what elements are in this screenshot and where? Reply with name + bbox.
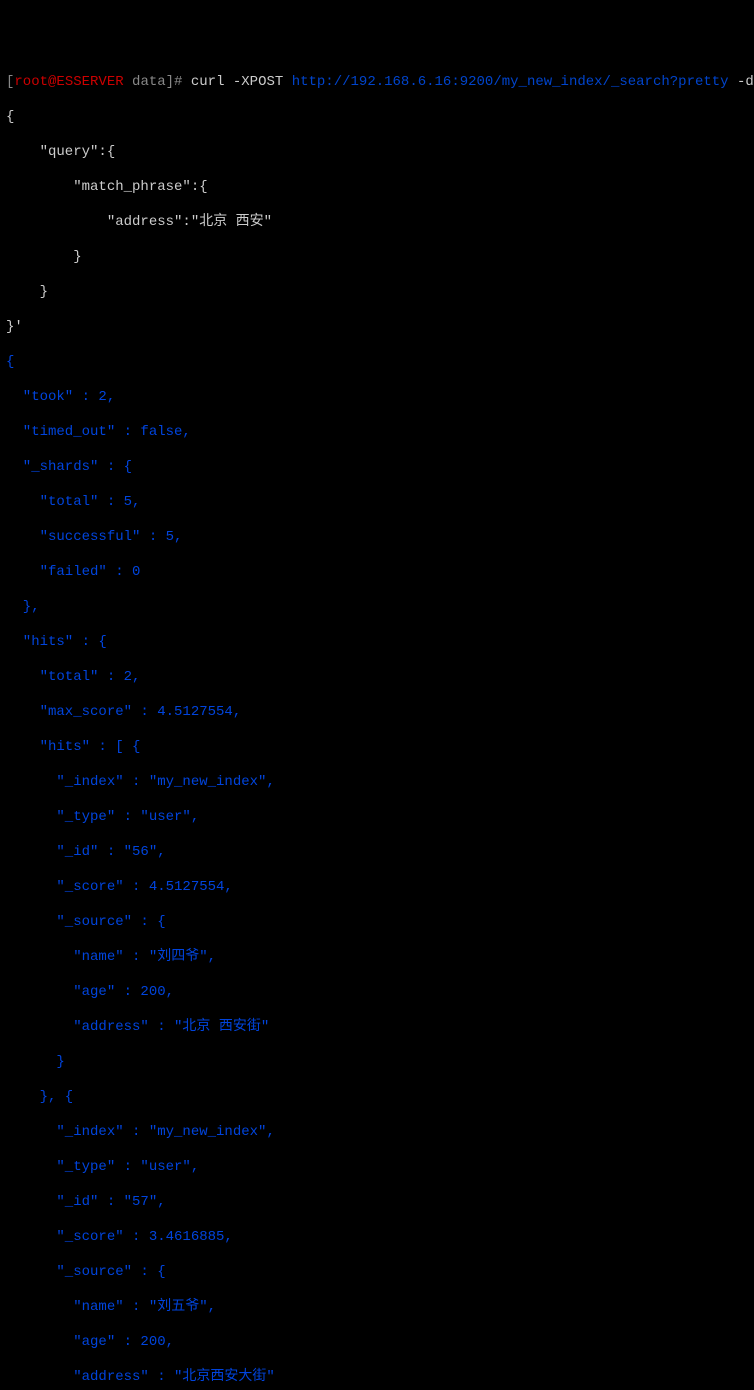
response-line: "address" : "北京西安大街" bbox=[6, 1369, 748, 1387]
prompt-user: root bbox=[14, 74, 48, 90]
response-line: "timed_out" : false, bbox=[6, 424, 748, 442]
close-quote: ' bbox=[14, 319, 22, 335]
request-body-line: } bbox=[6, 249, 748, 267]
bracket-close: ]# bbox=[166, 74, 191, 90]
request-body-line: "match_phrase":{ bbox=[6, 179, 748, 197]
response-line: "_index" : "my_new_index", bbox=[6, 774, 748, 792]
response-line: "took" : 2, bbox=[6, 389, 748, 407]
response-line: "total" : 2, bbox=[6, 669, 748, 687]
response-line: "age" : 200, bbox=[6, 984, 748, 1002]
prompt-path: data bbox=[124, 74, 166, 90]
response-line: "_id" : "56", bbox=[6, 844, 748, 862]
response-line: "_shards" : { bbox=[6, 459, 748, 477]
request-body-line: { bbox=[6, 109, 748, 127]
request-body-line: }' bbox=[6, 319, 748, 337]
response-line: }, { bbox=[6, 1089, 748, 1107]
response-line: "_type" : "user", bbox=[6, 1159, 748, 1177]
request-body-line: "query":{ bbox=[6, 144, 748, 162]
request-body-line: "address":"北京 西安" bbox=[6, 214, 748, 232]
curl-flags: -d bbox=[729, 74, 754, 90]
response-line: "_score" : 4.5127554, bbox=[6, 879, 748, 897]
request-body-line: } bbox=[6, 284, 748, 302]
response-line: "name" : "刘五爷", bbox=[6, 1299, 748, 1317]
response-line: "max_score" : 4.5127554, bbox=[6, 704, 748, 722]
response-line: "name" : "刘四爷", bbox=[6, 949, 748, 967]
response-line: "_id" : "57", bbox=[6, 1194, 748, 1212]
response-line: "_source" : { bbox=[6, 914, 748, 932]
response-line: "age" : 200, bbox=[6, 1334, 748, 1352]
response-line: "_score" : 3.4616885, bbox=[6, 1229, 748, 1247]
response-line: "address" : "北京 西安街" bbox=[6, 1019, 748, 1037]
response-line: "failed" : 0 bbox=[6, 564, 748, 582]
response-line: "_type" : "user", bbox=[6, 809, 748, 827]
response-line: "_index" : "my_new_index", bbox=[6, 1124, 748, 1142]
response-line: } bbox=[6, 1054, 748, 1072]
prompt-host: ESSERVER bbox=[56, 74, 123, 90]
response-line: { bbox=[6, 354, 748, 372]
curl-command: curl -XPOST bbox=[191, 74, 292, 90]
response-line: "hits" : { bbox=[6, 634, 748, 652]
response-line: "total" : 5, bbox=[6, 494, 748, 512]
request-url: http://192.168.6.16:9200/my_new_index/_s… bbox=[292, 74, 729, 90]
response-line: "hits" : [ { bbox=[6, 739, 748, 757]
prompt-line: [root@ESSERVER data]# curl -XPOST http:/… bbox=[6, 74, 748, 92]
response-line: }, bbox=[6, 599, 748, 617]
response-line: "successful" : 5, bbox=[6, 529, 748, 547]
response-line: "_source" : { bbox=[6, 1264, 748, 1282]
